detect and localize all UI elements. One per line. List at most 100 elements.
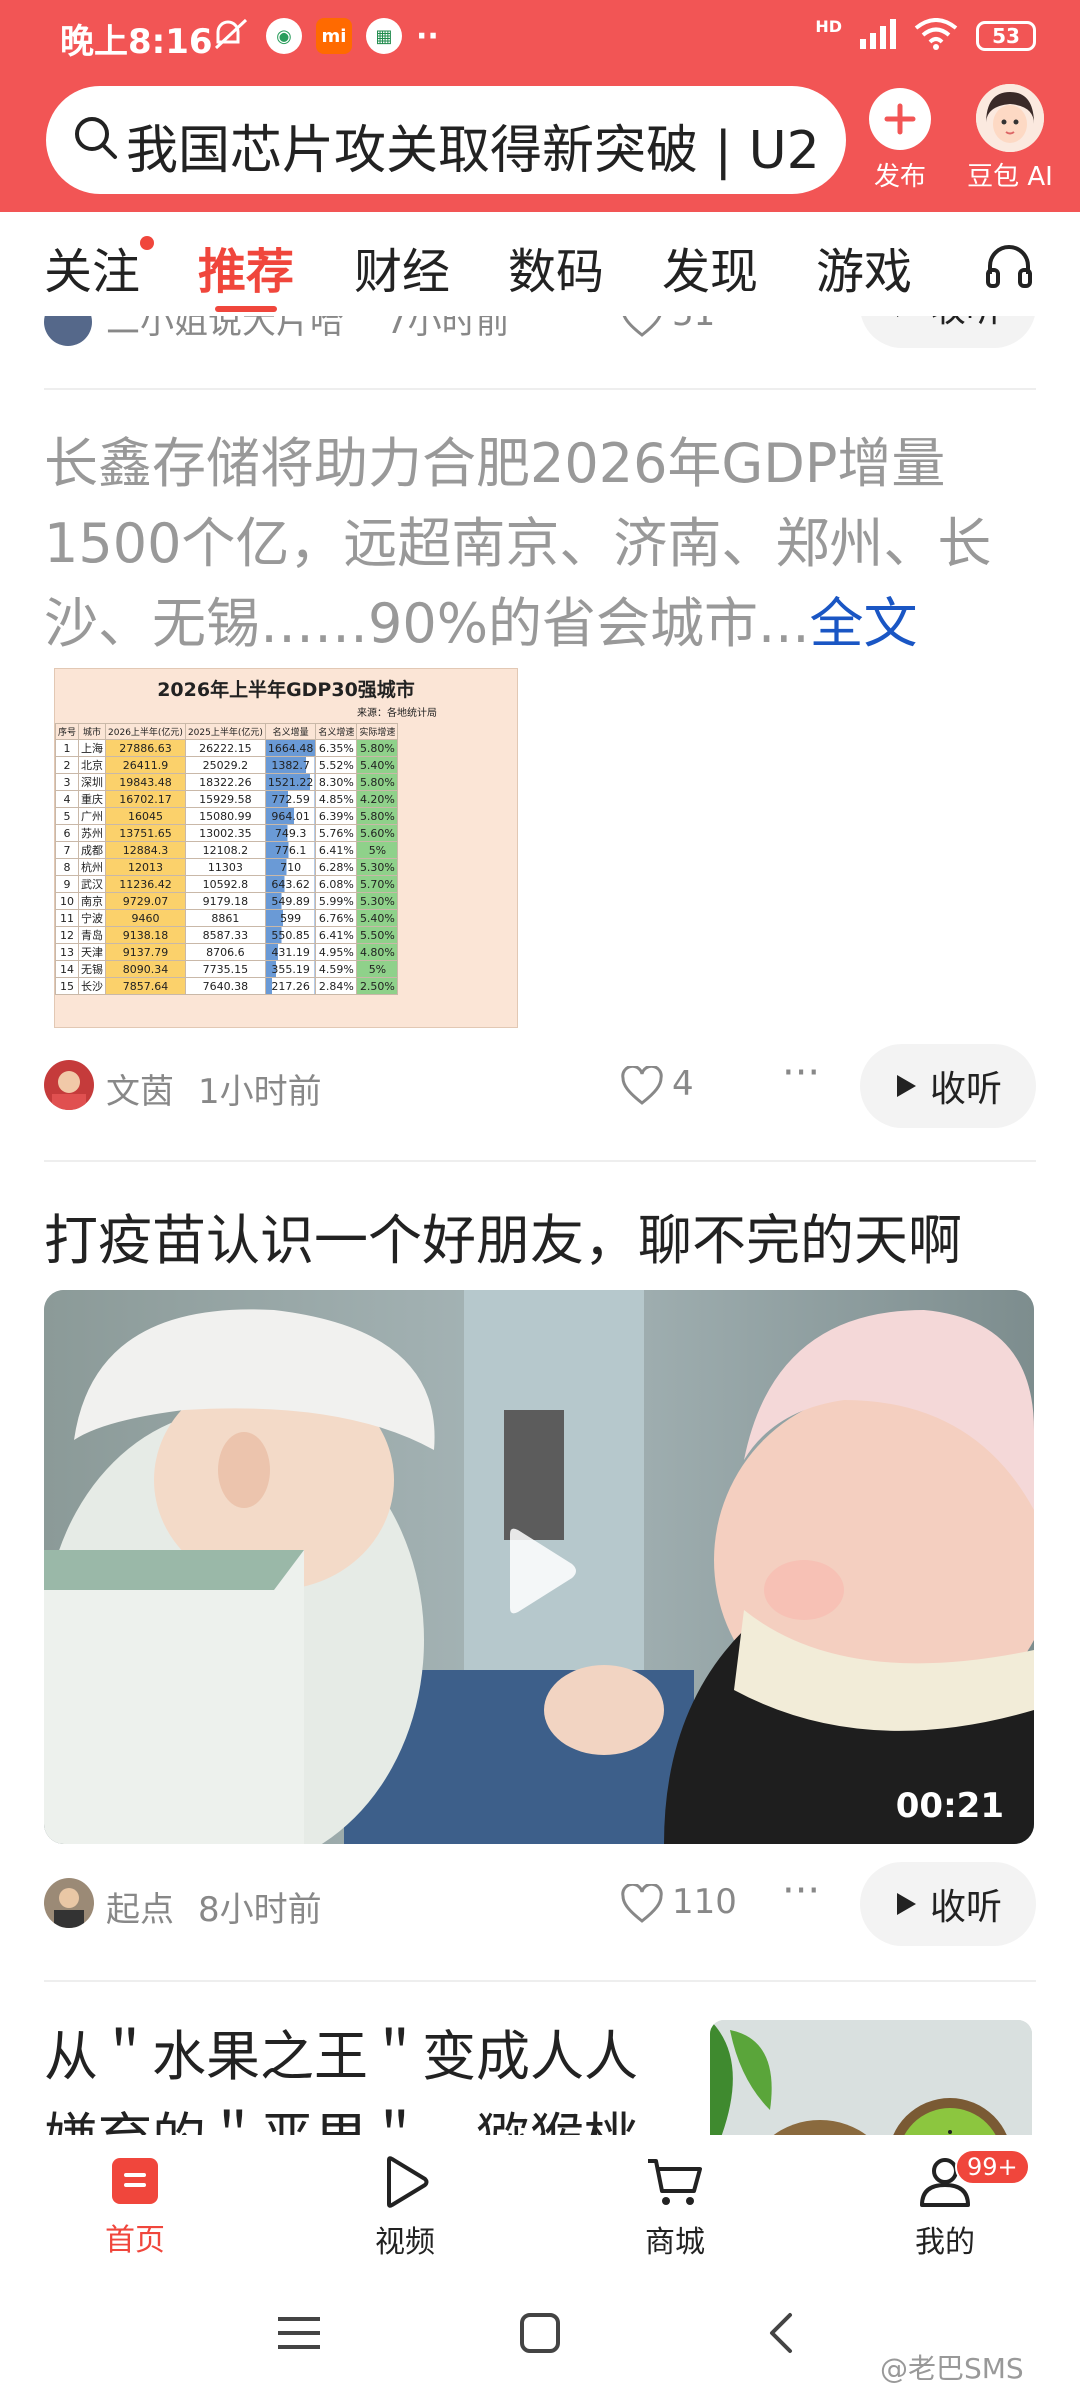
gdp-table-image[interactable]: 2026年上半年GDP30强城市 来源：各地统计局 序号 城市 2026上半年(亿元… — [54, 668, 518, 1028]
table-cell: 11 — [55, 909, 80, 927]
table-row: 4 重庆 16702.17 15929.58 772.59 4.85% 4.20% — [55, 790, 399, 808]
headphones-icon[interactable] — [984, 240, 1034, 294]
watermark: @老巴SMS — [880, 2352, 1024, 2385]
doubao-avatar — [976, 84, 1044, 152]
table-header-cell: 名义增速 — [315, 723, 358, 740]
more-options-icon[interactable]: ··· — [782, 1868, 820, 1914]
listen-button[interactable]: 收听 — [860, 316, 1036, 348]
table-cell: 217.26 — [264, 977, 317, 995]
feed-item-article[interactable]: 长鑫存储将助力合肥2026年GDP增量1500个亿，远超南京、济南、郑州、长沙、… — [44, 424, 1044, 664]
listen-button[interactable]: 收听 — [860, 1044, 1036, 1128]
doubao-ai-button[interactable]: 豆包 AI — [952, 84, 1068, 193]
more-options-icon[interactable]: ··· — [782, 316, 820, 326]
search-icon — [72, 114, 120, 166]
table-cell: 8090.34 — [105, 960, 186, 978]
table-row: 1 上海 27886.63 26222.15 1664.48 6.35% 5.80% — [55, 739, 399, 757]
table-cell: 6.41% — [315, 841, 358, 859]
status-right-icons: HD 53 — [815, 17, 1036, 54]
video-play-icon — [387, 2156, 429, 2208]
table-cell: 13751.65 — [105, 824, 186, 842]
table-row: 14 无锡 8090.34 7735.15 355.19 4.59% 5% — [55, 960, 399, 978]
tab-recommend[interactable]: 推荐 — [198, 232, 294, 312]
table-cell: 25029.2 — [184, 756, 266, 774]
table-cell: 5.80% — [356, 773, 399, 791]
nav-mine[interactable]: 我的 99+ — [875, 2149, 1030, 2261]
table-cell: 12 — [55, 926, 80, 944]
tab-finance[interactable]: 财经 — [354, 232, 450, 302]
video-thumbnail[interactable]: 00:21 — [44, 1290, 1034, 1844]
notification-badge: 99+ — [955, 2149, 1030, 2185]
table-cell: 8706.6 — [184, 943, 266, 961]
table-cell: 6.41% — [315, 926, 358, 944]
avatar — [44, 316, 92, 346]
status-bar: 晚上8:16 ◉ mi ▦ ·· HD 53 — [0, 0, 1080, 80]
full-text-link[interactable]: 全文 — [810, 592, 918, 655]
table-cell: 9729.07 — [105, 892, 186, 910]
table-cell: 深圳 — [78, 773, 107, 791]
tab-digital[interactable]: 数码 — [508, 232, 604, 302]
table-cell: 8.30% — [315, 773, 358, 791]
table-cell: 15080.99 — [184, 807, 266, 825]
more-options-icon[interactable]: ··· — [782, 1050, 820, 1096]
heart-icon[interactable] — [620, 1064, 664, 1110]
nav-home[interactable]: 首页 — [65, 2155, 205, 2259]
table-row: 10 南京 9729.07 9179.18 549.89 5.99% 5.30% — [55, 892, 399, 910]
divider — [44, 1160, 1036, 1162]
table-cell: 5.76% — [315, 824, 358, 842]
tab-follow[interactable]: 关注 — [44, 232, 155, 302]
table-cell: 5.70% — [356, 875, 399, 893]
table-cell: 重庆 — [78, 790, 107, 808]
table-cell: 无锡 — [78, 960, 107, 978]
table-row: 11 宁波 9460 8861 599 6.76% 5.40% — [55, 909, 399, 927]
play-icon[interactable] — [500, 1526, 580, 1620]
table-cell: 7 — [55, 841, 80, 859]
plus-icon — [869, 88, 931, 150]
table-cell: 杭州 — [78, 858, 107, 876]
unread-dot — [140, 236, 155, 250]
home-icon — [112, 2158, 158, 2204]
table-cell: 8861 — [184, 909, 266, 927]
table-cell: 5.50% — [356, 926, 399, 944]
table-cell: 16702.17 — [105, 790, 186, 808]
table-cell: 355.19 — [264, 960, 317, 978]
search-input[interactable]: 我国芯片攻关取得新突破 | U2 — [46, 86, 846, 194]
back-icon[interactable] — [766, 2311, 796, 2359]
wifi-icon — [914, 18, 958, 54]
table-cell: 5.99% — [315, 892, 358, 910]
table-cell: 772.59 — [264, 790, 317, 808]
nav-mall-label: 商城 — [645, 2225, 705, 2260]
article-thumbnail[interactable] — [710, 2020, 1032, 2135]
listen-button[interactable]: 收听 — [860, 1862, 1036, 1946]
table-header-cell: 名义增量 — [264, 723, 317, 740]
nav-mall[interactable]: 商城 — [605, 2155, 745, 2261]
divider — [44, 388, 1036, 390]
table-cell: 1521.22 — [264, 773, 317, 791]
heart-icon[interactable] — [620, 316, 664, 342]
video-title[interactable]: 打疫苗认识一个好朋友，聊不完的天啊 — [44, 1196, 962, 1275]
table-cell: 2.84% — [315, 977, 358, 995]
tab-discover[interactable]: 发现 — [662, 232, 758, 302]
kiwi-image — [710, 2020, 1032, 2135]
home-button-icon[interactable] — [518, 2311, 562, 2359]
heart-icon[interactable] — [620, 1882, 664, 1928]
table-cell: 13002.35 — [184, 824, 266, 842]
tab-recommend-label: 推荐 — [198, 244, 295, 300]
table-cell: 599 — [264, 909, 317, 927]
table-cell: 5.80% — [356, 807, 399, 825]
table-header-cell: 序号 — [55, 723, 80, 740]
table-cell: 6.39% — [315, 807, 358, 825]
table-header-cell: 2026上半年(亿元) — [105, 723, 186, 740]
table-cell: 长沙 — [78, 977, 107, 995]
table-header-cell: 实际增速 — [356, 723, 399, 740]
menu-icon[interactable] — [276, 2313, 322, 2357]
table-cell: 12108.2 — [184, 841, 266, 859]
table-cell: 27886.63 — [105, 739, 186, 757]
nav-video[interactable]: 视频 — [335, 2155, 475, 2261]
mute-icon — [212, 16, 252, 56]
feed-item-article-partial[interactable]: 从＂水果之王＂变成人人嫌弃的＂恶果＂，猕猴桃 — [44, 2016, 684, 2135]
table-cell: 12013 — [105, 858, 186, 876]
table-row: 8 杭州 12013 11303 710 6.28% 5.30% — [55, 858, 399, 876]
mi-icon: mi — [316, 18, 352, 54]
publish-button[interactable]: 发布 — [862, 88, 938, 193]
tab-games[interactable]: 游戏 — [816, 232, 912, 302]
